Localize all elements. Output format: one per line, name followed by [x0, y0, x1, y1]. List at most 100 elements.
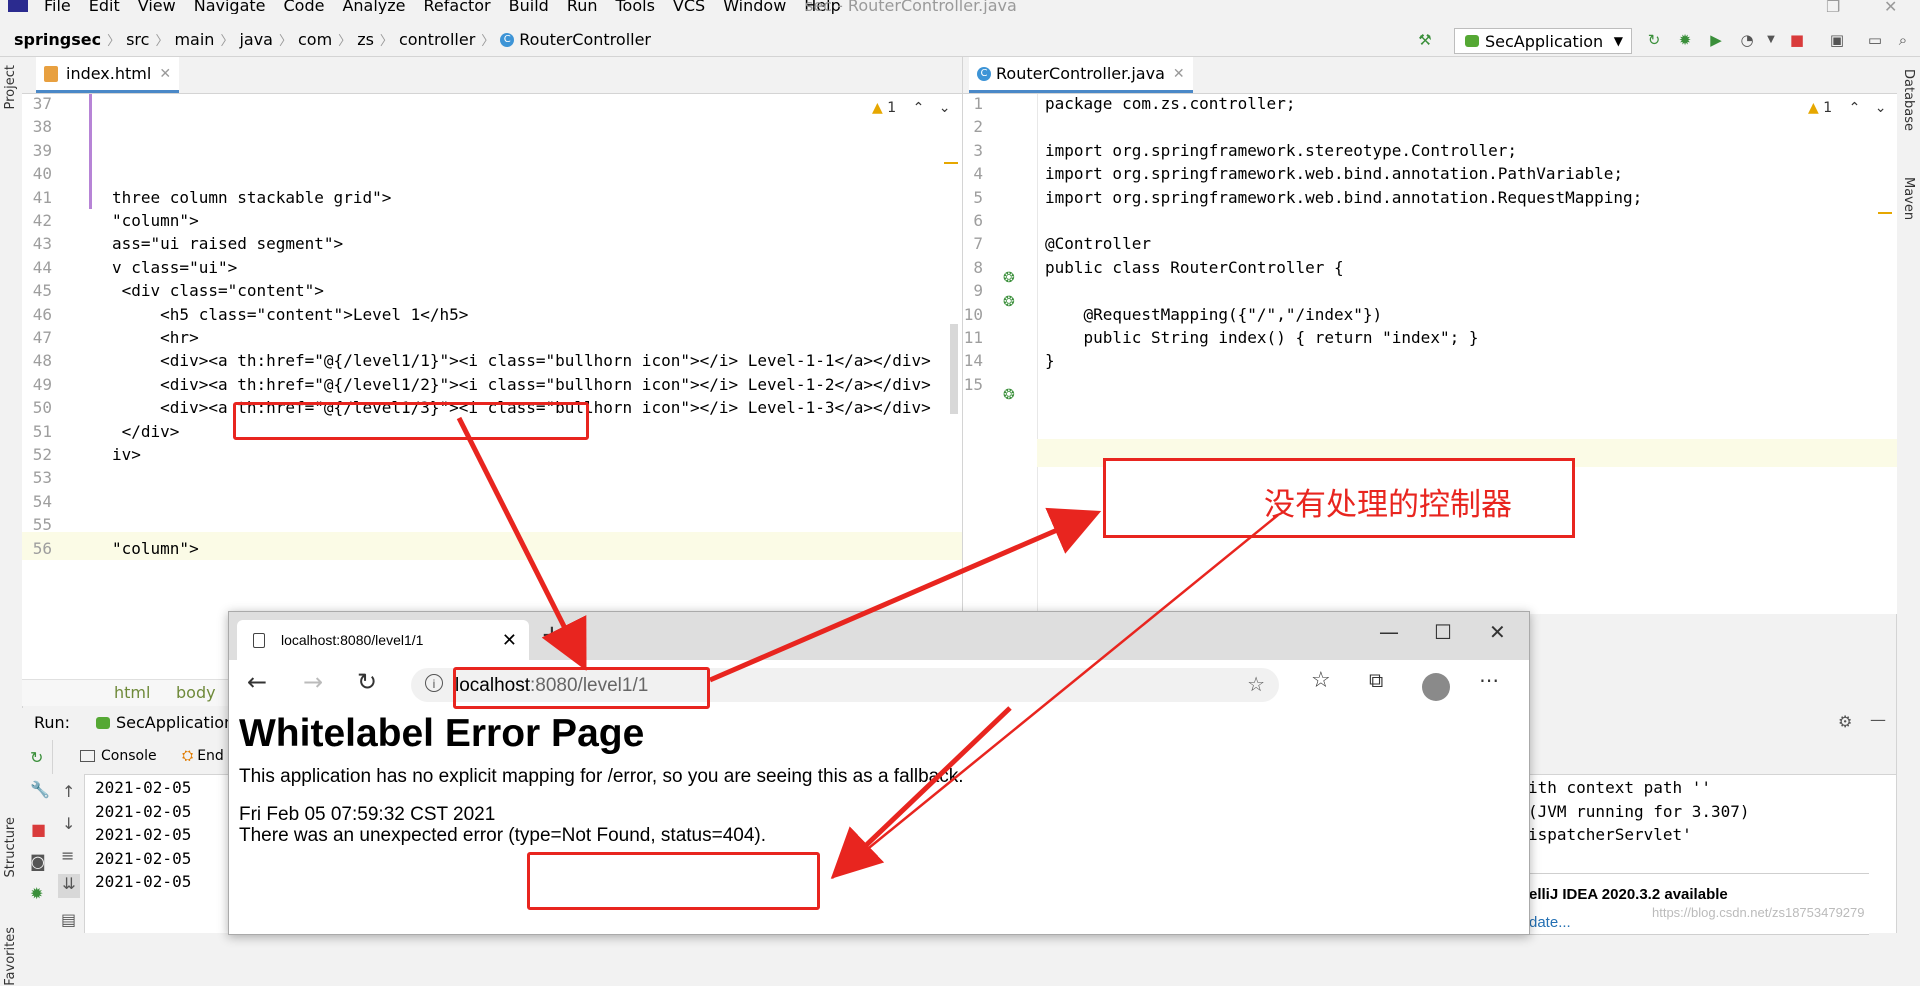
crumb-controller[interactable]: controller — [399, 30, 475, 49]
code-line[interactable]: } — [1045, 351, 1055, 370]
soft-wrap-icon[interactable]: ≡ — [61, 846, 74, 865]
forward-icon[interactable]: → — [303, 668, 323, 696]
scroll-to-end-icon[interactable]: ⇊ — [58, 874, 80, 898]
run-coverage-icon[interactable]: ▶ — [1707, 31, 1725, 49]
close-tab-icon[interactable]: ✕ — [502, 630, 517, 651]
database-tool-tab[interactable]: Database — [1901, 69, 1916, 131]
maximize-icon[interactable]: ☐ — [1434, 620, 1452, 644]
settings-gear-icon[interactable]: ⚙ — [1838, 712, 1852, 731]
rerun-icon[interactable]: ↻ — [30, 748, 43, 767]
camera-icon[interactable]: ◙ — [30, 852, 46, 871]
avatar[interactable] — [1422, 673, 1450, 701]
crumb-body[interactable]: body — [176, 683, 216, 702]
next-highlight-icon[interactable]: ⌄ — [939, 100, 951, 116]
crumb-main[interactable]: main — [174, 30, 214, 49]
close-tab-icon[interactable]: ✕ — [1173, 66, 1185, 82]
close-icon[interactable]: ✕ — [1489, 620, 1506, 644]
add-favorite-icon[interactable]: ☆ — [1247, 672, 1265, 697]
console-tab[interactable]: Console — [80, 748, 157, 764]
prev-highlight-icon[interactable]: ⌃ — [913, 100, 925, 116]
back-icon[interactable]: ← — [247, 668, 267, 696]
debug-icon[interactable]: ✹ — [1676, 31, 1694, 49]
print-icon[interactable]: ▤ — [61, 910, 76, 929]
crumb-zs[interactable]: zs — [357, 30, 374, 49]
crumb-html[interactable]: html — [114, 683, 150, 702]
build-hammer-icon[interactable]: ⚒ — [1416, 31, 1434, 49]
warning-indicator[interactable]: ▲ 1 ⌃ ⌄ — [872, 100, 951, 116]
left-editor[interactable]: ▲ 1 ⌃ ⌄ 37 38 39 40 41 three column stackable… — [22, 94, 962, 679]
search-everywhere-icon[interactable]: ⌕ — [1894, 31, 1912, 49]
project-tool-tab[interactable]: Project — [3, 65, 18, 109]
prev-highlight-icon[interactable]: ⌃ — [1849, 100, 1861, 116]
run-config-tab[interactable]: SecApplication — [96, 713, 234, 732]
more-run-chevron-icon[interactable]: ▼ — [1762, 31, 1780, 49]
refresh-icon[interactable]: ↻ — [357, 668, 377, 696]
menu-build[interactable]: Build — [509, 0, 549, 14]
warning-indicator[interactable]: ▲ 1 ⌃ ⌄ — [1808, 100, 1887, 116]
code-line[interactable]: @RequestMapping({"/","/index"}) — [1045, 305, 1383, 324]
stop-icon[interactable]: ■ — [31, 820, 46, 839]
crumb-src[interactable]: src — [126, 30, 149, 49]
structure-tool-tab[interactable]: Structure — [3, 817, 18, 877]
endpoints-tab[interactable]: ⛭ End — [182, 748, 224, 764]
spring-bean-icon[interactable]: ❂ — [1003, 294, 1015, 310]
code-line[interactable]: ass="ui raised segment"> — [112, 234, 343, 253]
rerun-icon[interactable]: ↻ — [1645, 31, 1663, 49]
editor-scrollbar[interactable] — [950, 324, 958, 414]
menu-window[interactable]: Window — [723, 0, 786, 14]
menu-file[interactable]: File — [44, 0, 71, 14]
menu-navigate[interactable]: Navigate — [194, 0, 266, 14]
crumb-router-controller[interactable]: RouterController — [519, 30, 651, 49]
update-link[interactable]: date... — [1529, 914, 1571, 931]
crumb-com[interactable]: com — [298, 30, 332, 49]
menu-run[interactable]: Run — [567, 0, 598, 14]
scroll-down-icon[interactable]: ↓ — [62, 814, 75, 833]
new-tab-icon[interactable]: + — [541, 620, 563, 650]
next-highlight-icon[interactable]: ⌄ — [1875, 100, 1887, 116]
favorites-icon[interactable]: ☆ — [1311, 668, 1331, 693]
code-line[interactable]: @Controller — [1045, 234, 1151, 253]
close-window-icon[interactable]: ✕ — [1884, 0, 1897, 14]
profiler-icon[interactable]: ◔ — [1738, 31, 1756, 49]
tab-router-controller[interactable]: C RouterController.java ✕ — [969, 57, 1193, 93]
wrench-icon[interactable]: 🔧 — [30, 780, 50, 799]
menu-analyze[interactable]: Analyze — [342, 0, 405, 14]
maven-tool-tab[interactable]: Maven — [1901, 177, 1916, 220]
code-line[interactable]: </div> — [112, 422, 180, 441]
spring-bean-icon[interactable]: ❂ — [1003, 270, 1015, 286]
menu-tools[interactable]: Tools — [616, 0, 655, 14]
code-line[interactable]: import org.springframework.stereotype.Co… — [1045, 141, 1517, 160]
code-line[interactable]: <hr> — [112, 328, 199, 347]
more-menu-icon[interactable]: ⋯ — [1479, 668, 1499, 692]
code-line[interactable]: package com.zs.controller; — [1045, 94, 1295, 113]
code-line[interactable]: import org.springframework.web.bind.anno… — [1045, 164, 1623, 183]
stop-icon[interactable]: ■ — [1788, 31, 1806, 49]
code-line[interactable]: three column stackable grid"> — [112, 188, 391, 207]
menu-vcs[interactable]: VCS — [673, 0, 705, 14]
info-icon[interactable]: i — [425, 674, 443, 692]
run-config-selector[interactable]: SecApplication ▼ — [1454, 28, 1632, 54]
code-line[interactable]: v class="ui"> — [112, 258, 237, 277]
code-line[interactable]: "column"> — [112, 211, 199, 230]
code-line[interactable]: public String index() { return "index"; … — [1045, 328, 1479, 347]
crumb-java[interactable]: java — [239, 30, 273, 49]
menu-edit[interactable]: Edit — [89, 0, 120, 14]
browser-tab[interactable]: localhost:8080/level1/1 ✕ — [237, 620, 529, 660]
terminal-icon[interactable]: ▭ — [1866, 31, 1884, 49]
code-line[interactable]: <div class="content"> — [112, 281, 324, 300]
minimize-icon[interactable]: — — [1379, 620, 1399, 644]
code-line[interactable]: <h5 class="content">Level 1</h5> — [112, 305, 468, 324]
debug-icon[interactable]: ✹ — [30, 884, 43, 903]
tab-index-html[interactable]: index.html ✕ — [36, 57, 180, 93]
scroll-up-icon[interactable]: ↑ — [62, 782, 75, 801]
request-mapping-icon[interactable]: ❂ — [1003, 387, 1015, 403]
menu-view[interactable]: View — [138, 0, 176, 14]
project-structure-icon[interactable]: ▣ — [1828, 31, 1846, 49]
hide-panel-icon[interactable]: — — [1870, 710, 1886, 729]
collections-icon[interactable]: ⧉ — [1369, 668, 1383, 692]
close-tab-icon[interactable]: ✕ — [159, 66, 171, 82]
code-line[interactable]: import org.springframework.web.bind.anno… — [1045, 188, 1642, 207]
favorites-tool-tab[interactable]: Favorites — [3, 927, 18, 986]
crumb-project[interactable]: springsec — [14, 30, 101, 49]
menu-code[interactable]: Code — [284, 0, 325, 14]
